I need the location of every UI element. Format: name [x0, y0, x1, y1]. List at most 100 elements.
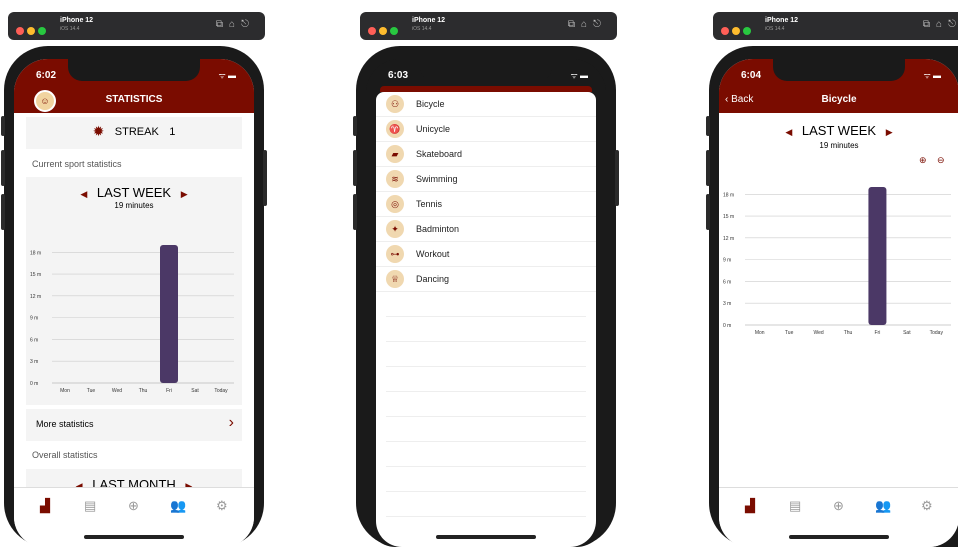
phone-frame: 6:03 ᯤ ▬ ⚇ Bicycle ♈ Unicycle ▰ Skateboard ≋ Sw… [353, 46, 619, 547]
next-period-arrow[interactable]: ▶ [886, 127, 893, 137]
x-tick-label: Wed [112, 388, 122, 394]
page-title: STATISTICS [105, 94, 163, 105]
os-version: iOS 14.4 [60, 26, 80, 32]
device-name: iPhone 12 [765, 17, 799, 24]
add-tab-icon[interactable]: ⊕ [128, 498, 139, 514]
y-tick-label: 3 m [30, 359, 38, 365]
streak-label: STREAK [114, 126, 159, 138]
empty-row [386, 367, 586, 392]
minimize-dot[interactable] [27, 27, 35, 35]
sport-row[interactable]: ▰ Skateboard [376, 142, 596, 167]
y-tick-label: 18 m [30, 250, 41, 256]
x-tick-label: Tue [87, 388, 96, 394]
status-icons: ᯤ ▬ [570, 71, 588, 80]
week-chart-card: ◀ LAST WEEK ▶ 19 minutes 0 m 3 m 6 m 9 m 12 … [26, 177, 242, 405]
sport-icon: ≋ [386, 170, 404, 188]
screen: 6:04 ᯤ ▬ ‹ Back Bicycle ◀ LAST WEEK ▶ 19… [719, 59, 958, 547]
page-title: Bicycle [821, 94, 857, 105]
more-statistics-button[interactable]: More statistics › [26, 409, 242, 441]
bar[interactable] [868, 187, 887, 325]
close-dot[interactable] [721, 27, 729, 35]
calendar-tab-icon[interactable]: ▤ [84, 498, 96, 514]
statistics-tab-icon[interactable]: ▟ [745, 498, 755, 514]
y-tick-label: 18 m [723, 192, 734, 198]
settings-tab-icon[interactable]: ⚙ [921, 498, 933, 514]
y-tick-label: 12 m [723, 236, 734, 242]
simulator-titlebar: iPhone 12 iOS 14.4 ⧉⌂⎋ [8, 12, 265, 40]
overall-stats-label: Overall statistics [32, 450, 98, 460]
calendar-tab-icon[interactable]: ▤ [789, 498, 801, 514]
empty-row [386, 317, 586, 342]
nav-bar: ☺ STATISTICS [14, 89, 254, 113]
screen: 6:02 ᯤ ▬ ☺ STATISTICS ✹ STREAK 1 Current… [14, 59, 254, 547]
y-tick-label: 6 m [723, 279, 731, 285]
zoom-dot[interactable] [743, 27, 751, 35]
toolbar-icons[interactable]: ⧉⌂⎋ [923, 19, 958, 30]
close-dot[interactable] [16, 27, 24, 35]
screen: 6:03 ᯤ ▬ ⚇ Bicycle ♈ Unicycle ▰ Skateboard ≋ Sw… [366, 59, 606, 547]
toolbar-icons[interactable]: ⧉⌂⎋ [568, 19, 607, 30]
y-tick-label: 9 m [30, 316, 38, 322]
zoom-dot[interactable] [390, 27, 398, 35]
x-tick-label: Mon [60, 388, 70, 394]
more-statistics-label: More statistics [36, 419, 94, 429]
simulator-titlebar: iPhone 12 iOS 14.4 ⧉⌂⎋ [360, 12, 617, 40]
sport-icon: ♕ [386, 270, 404, 288]
period-total: 19 minutes [819, 141, 859, 150]
sport-label: Badminton [416, 224, 460, 234]
sport-row[interactable]: ◎ Tennis [376, 192, 596, 217]
streak-icon: ✹ [92, 123, 105, 139]
close-dot[interactable] [368, 27, 376, 35]
zoom-dot[interactable] [38, 27, 46, 35]
statistics-tab-icon[interactable]: ▟ [40, 498, 50, 514]
sport-row[interactable]: ✦ Badminton [376, 217, 596, 242]
x-tick-label: Sat [191, 388, 199, 394]
sport-label: Tennis [416, 199, 443, 209]
tab-bar: ▟ ▤ ⊕ 👥 ⚙ [719, 487, 958, 547]
clock: 6:02 [36, 70, 57, 81]
prev-period-arrow[interactable]: ◀ [80, 189, 87, 199]
empty-row [386, 342, 586, 367]
empty-row [386, 292, 586, 317]
x-tick-label: Wed [813, 330, 823, 336]
bar[interactable] [160, 245, 178, 383]
status-icons: ᯤ ▬ [218, 71, 236, 80]
toolbar-icons[interactable]: ⧉⌂⎋ [216, 19, 255, 30]
sport-row[interactable]: ♈ Unicycle [376, 117, 596, 142]
settings-tab-icon[interactable]: ⚙ [216, 498, 228, 514]
empty-row [386, 392, 586, 417]
sport-row[interactable]: ♕ Dancing [376, 267, 596, 292]
empty-row [386, 492, 586, 517]
add-tab-icon[interactable]: ⊕ [833, 498, 844, 514]
sport-label: Bicycle [416, 99, 445, 109]
x-tick-label: Mon [755, 330, 765, 336]
x-tick-label: Today [214, 388, 228, 394]
y-tick-label: 3 m [723, 301, 731, 307]
tab-bar: ▟ ▤ ⊕ 👥 ⚙ [14, 487, 254, 547]
minimize-dot[interactable] [732, 27, 740, 35]
sport-row[interactable]: ⊶ Workout [376, 242, 596, 267]
zoom-in-icon[interactable]: ⊕ [919, 155, 927, 166]
x-tick-label: Fri [875, 330, 881, 336]
sport-row[interactable]: ⚇ Bicycle [376, 92, 596, 117]
sport-icon: ✦ [386, 220, 404, 238]
friends-tab-icon[interactable]: 👥 [875, 498, 891, 514]
sport-icon: ◎ [386, 195, 404, 213]
sport-picker-sheet: ⚇ Bicycle ♈ Unicycle ▰ Skateboard ≋ Swimming ◎ Te… [376, 92, 596, 547]
sport-label: Unicycle [416, 124, 451, 134]
prev-period-arrow[interactable]: ◀ [785, 127, 792, 137]
simulator-titlebar: iPhone 12 iOS 14.4 ⧉⌂⎋ [713, 12, 958, 40]
sport-row[interactable]: ≋ Swimming [376, 167, 596, 192]
os-version: iOS 14.4 [412, 26, 432, 32]
sport-label: Swimming [416, 174, 458, 184]
zoom-out-icon[interactable]: ⊖ [937, 155, 945, 166]
device-name: iPhone 12 [60, 17, 94, 24]
next-period-arrow[interactable]: ▶ [181, 189, 188, 199]
friends-tab-icon[interactable]: 👥 [170, 498, 186, 514]
x-tick-label: Tue [785, 330, 794, 336]
empty-row [386, 442, 586, 467]
sport-icon: ⚇ [386, 95, 404, 113]
minimize-dot[interactable] [379, 27, 387, 35]
current-stats-label: Current sport statistics [32, 159, 122, 169]
sport-label: Workout [416, 249, 450, 259]
